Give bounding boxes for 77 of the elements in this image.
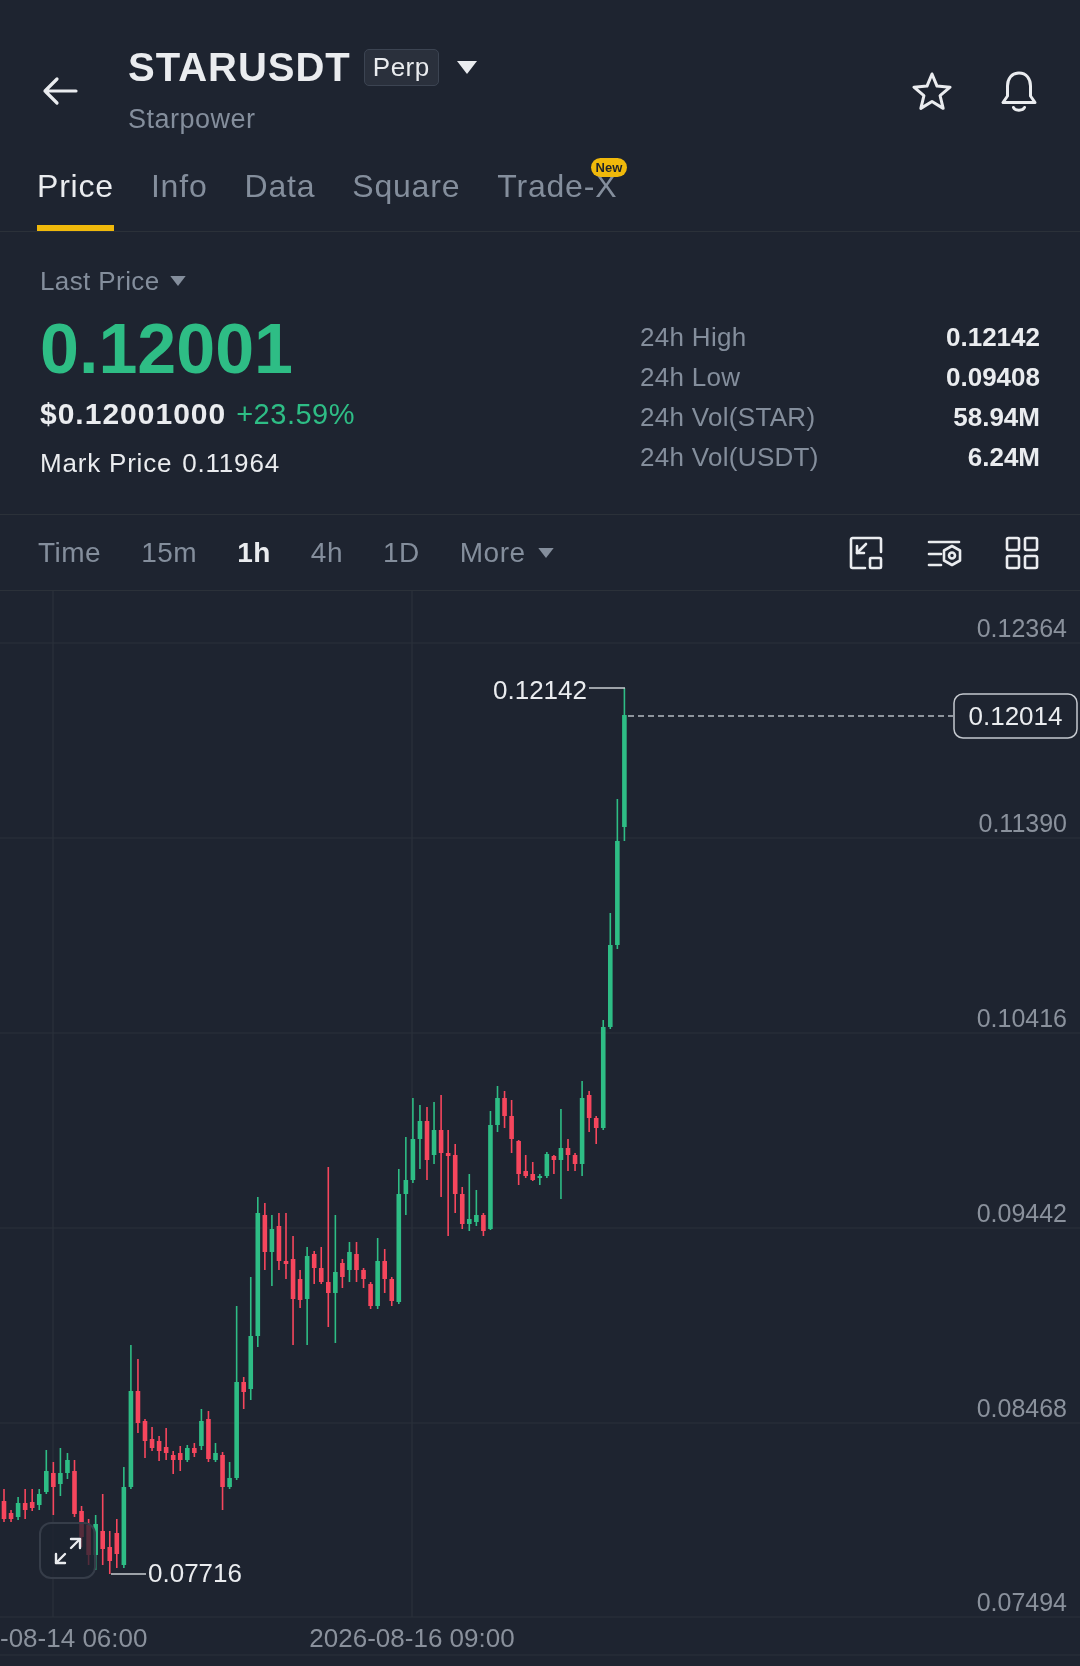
time-axis-label: 2026-08-16 09:00 [309,1623,515,1653]
candlestick [340,1258,345,1289]
candlestick [502,1090,507,1129]
candlestick [382,1248,387,1294]
stat-value: 58.94M [953,401,1040,433]
price-axis-label: 0.11390 [978,809,1067,837]
candlestick [185,1444,190,1463]
stat-label: 24h Vol(STAR) [640,401,816,433]
tab[interactable]: Square [352,158,461,231]
candlestick [72,1459,77,1518]
price-axis-label: 0.09442 [976,1199,1067,1227]
stat-label: 24h Low [640,361,741,393]
candlestick [227,1461,232,1490]
usd-price: $0.12001000 [40,396,227,432]
candlestick [474,1189,479,1227]
tab[interactable]: Data [244,158,316,231]
low-price-label: 0.07716 [148,1558,242,1588]
expand-button[interactable] [39,1522,96,1579]
price-axis-label: 0.10416 [976,1004,1067,1032]
symbol-title: STARUSDT [128,45,351,89]
candlestick [192,1442,197,1458]
back-arrow-icon[interactable] [42,76,78,106]
mark-price-label: Mark Price [40,447,173,480]
price-axis-label: 0.12364 [976,614,1067,642]
high-price-label: 0.12142 [493,675,587,705]
grid-icon[interactable] [1004,534,1040,571]
price-change: +23.59% [236,397,355,432]
candlestick [241,1376,246,1410]
time-axis-label: -08-14 06:00 [0,1623,148,1653]
candlestick [354,1241,359,1283]
interval-tab[interactable]: 4h [310,535,343,570]
stat-value: 0.09408 [946,361,1040,393]
price-axis-label: 0.08468 [976,1394,1067,1422]
candlestick [199,1408,204,1451]
mark-price-value: 0.11964 [182,447,280,480]
caret-icon[interactable] [456,60,477,74]
interval-tab[interactable]: Time [38,535,102,570]
asset-name: Starpower [128,103,257,136]
interval-tab[interactable]: 15m [141,535,198,570]
tab[interactable]: Price [37,158,114,231]
expand-icon [52,1535,83,1566]
star-icon[interactable] [911,71,953,111]
stat-label: 24h High [640,321,747,353]
candlestick [495,1085,500,1133]
stat-value: 6.24M [967,441,1040,473]
candlestick [481,1212,486,1237]
tab[interactable]: Trade-X New [497,158,628,231]
leader-line [110,1573,147,1575]
candlestick [65,1452,70,1480]
price-axis-label: 0.07494 [976,1588,1067,1616]
candlestick [44,1449,49,1495]
stat-value: 0.12142 [946,321,1040,353]
candlestick [467,1173,472,1232]
interval-tab[interactable]: 1h [237,535,271,570]
current-price-tag: 0.12014 [953,693,1078,739]
candlestick [58,1447,63,1497]
caret-icon [537,547,554,558]
candlestick [368,1281,373,1310]
candlestick [220,1451,225,1511]
candlestick [509,1099,514,1154]
interval-tab[interactable]: 1D [383,535,420,570]
candlestick [206,1410,211,1463]
contract-type-badge: Perp [363,48,439,86]
candlestick [347,1241,352,1283]
candlestick [523,1154,528,1179]
tab[interactable]: Info [150,158,208,231]
stat-label: 24h Vol(USDT) [640,441,819,473]
candlestick [361,1267,366,1289]
candlestick [213,1442,218,1463]
new-badge: New [590,158,628,177]
candlestick [51,1461,56,1516]
leader-line [588,687,626,689]
candlestick [516,1139,521,1186]
picture-in-picture-icon[interactable] [848,534,884,571]
more-menu[interactable]: More [459,535,554,570]
price-type-selector[interactable]: Last Price [40,264,160,298]
last-price: 0.12001 [40,309,294,389]
